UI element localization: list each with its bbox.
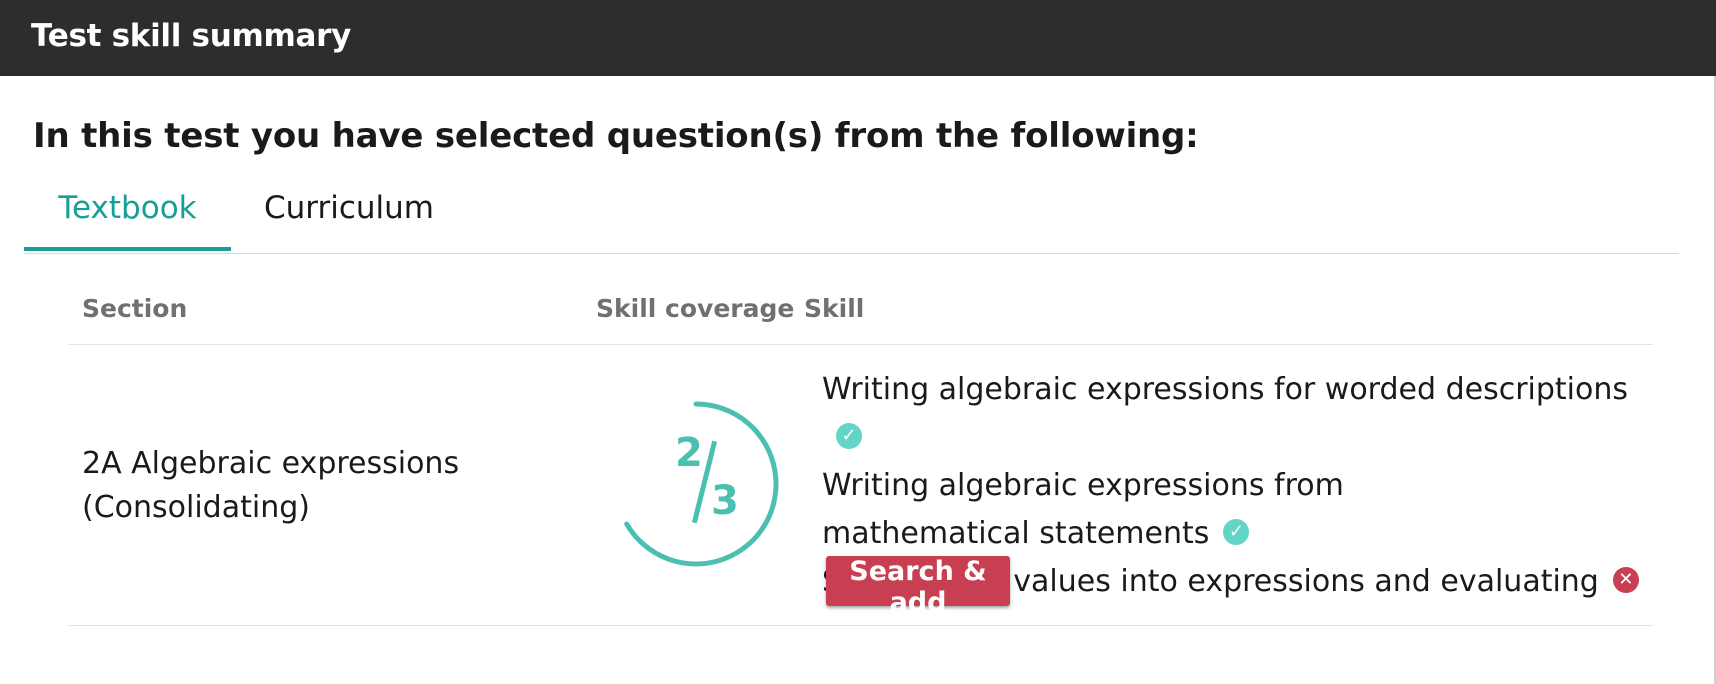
skill-coverage-gauge: 2 3 <box>610 398 782 570</box>
tab-curriculum[interactable]: Curriculum <box>254 183 444 251</box>
column-header-skill: Skill <box>804 294 865 323</box>
coverage-numerator: 2 <box>675 430 703 476</box>
tab-bar: Textbook Curriculum <box>24 183 1679 254</box>
dialog-title: Test skill summary <box>31 18 351 54</box>
section-name: 2A Algebraic expressions (Consolidating) <box>82 446 460 525</box>
row-divider <box>68 625 1653 626</box>
header-bar: Test skill summary <box>0 0 1716 76</box>
skill-item: Writing algebraic expressions for worded… <box>822 366 1642 462</box>
search-and-add-button[interactable]: Search & add <box>826 556 1010 618</box>
skill-label: Writing algebraic expressions from mathe… <box>822 468 1344 551</box>
skill-item: Writing algebraic expressions from mathe… <box>822 462 1522 558</box>
tab-textbook[interactable]: Textbook <box>24 183 231 251</box>
column-header-section: Section <box>82 294 188 323</box>
coverage-ring <box>624 401 779 567</box>
header-divider <box>68 344 1653 345</box>
x-circle-icon: ✕ <box>1612 566 1639 593</box>
intro-heading: In this test you have selected question(… <box>33 116 1199 156</box>
check-circle-icon: ✓ <box>1223 518 1250 545</box>
column-header-coverage: Skill coverage <box>596 294 795 323</box>
check-circle-icon: ✓ <box>836 422 862 449</box>
coverage-denominator: 3 <box>711 478 739 524</box>
skill-label: Writing algebraic expressions for worded… <box>822 372 1629 407</box>
